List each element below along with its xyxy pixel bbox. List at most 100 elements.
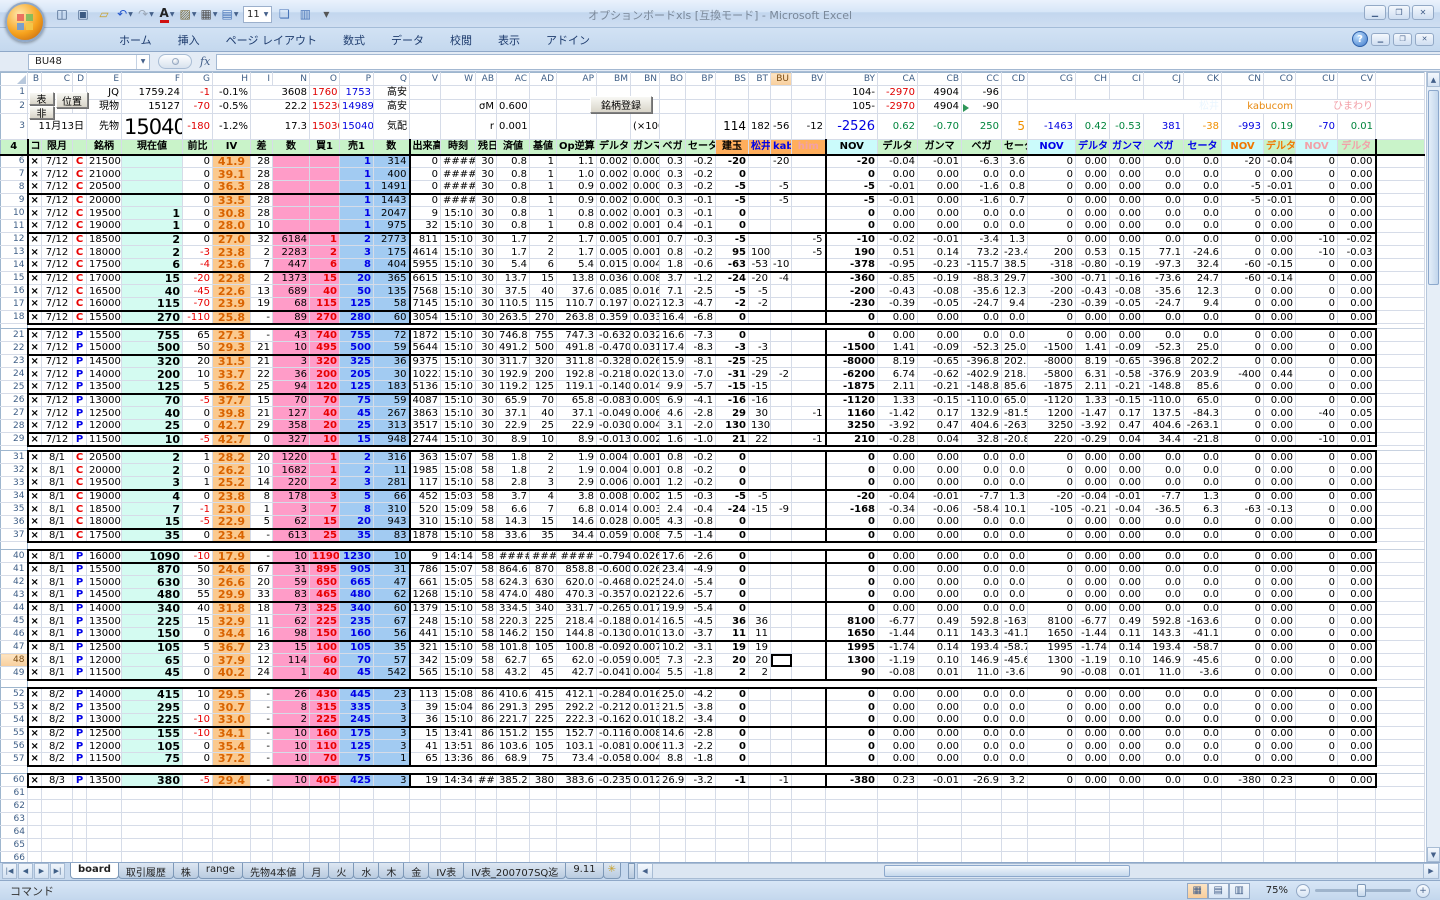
cell[interactable]: 225: [529, 713, 557, 728]
cell[interactable]: 30.7: [212, 700, 251, 714]
cell[interactable]: -5: [715, 232, 749, 246]
cell[interactable]: 0.00: [1337, 327, 1377, 342]
cell[interactable]: 7: [529, 502, 557, 516]
cell[interactable]: [748, 739, 771, 753]
cell[interactable]: 15:10: [440, 393, 476, 407]
cell[interactable]: [1143, 85, 1184, 100]
cell[interactable]: 0.0: [1001, 515, 1028, 530]
cell[interactable]: 151.2: [496, 726, 530, 740]
cell[interactable]: [685, 851, 716, 862]
cell[interactable]: 30: [475, 327, 497, 342]
cell[interactable]: [41, 838, 73, 852]
cell[interactable]: 943: [373, 515, 411, 530]
cell[interactable]: 248: [409, 614, 441, 628]
cell[interactable]: 23.4: [212, 528, 251, 543]
cell[interactable]: 0.00: [1337, 419, 1377, 434]
cell[interactable]: [1001, 812, 1028, 826]
cell[interactable]: 83: [373, 528, 411, 543]
cell[interactable]: 0.14: [917, 640, 962, 654]
cell[interactable]: 35.4: [212, 739, 251, 753]
cell[interactable]: 0: [825, 575, 878, 589]
cell[interactable]: [1295, 799, 1338, 813]
cell[interactable]: -1.2%: [212, 113, 251, 140]
cell[interactable]: P: [72, 772, 87, 788]
cell[interactable]: 1: [529, 219, 557, 234]
cell[interactable]: 0.00: [1337, 640, 1377, 654]
cell[interactable]: 0: [1221, 419, 1264, 434]
cell[interactable]: 0.00: [917, 167, 962, 181]
cell[interactable]: [1375, 258, 1425, 272]
cell[interactable]: -5800: [1027, 367, 1076, 381]
cell[interactable]: 0: [1295, 772, 1338, 788]
cell[interactable]: 0: [1027, 180, 1076, 195]
cell[interactable]: ガンマ: [630, 139, 660, 156]
cell[interactable]: 0.0: [1183, 739, 1222, 753]
cell[interactable]: 10: [272, 548, 310, 564]
cell[interactable]: 0: [1221, 713, 1264, 728]
cell[interactable]: 650: [309, 575, 340, 589]
cell[interactable]: 0.00: [917, 193, 962, 207]
cell[interactable]: 3517: [409, 419, 441, 434]
cell[interactable]: 1985: [409, 463, 441, 477]
cell[interactable]: [1375, 713, 1425, 727]
cell[interactable]: 6184: [272, 232, 310, 246]
cell[interactable]: 0.016: [630, 686, 660, 701]
cell[interactable]: -0.34: [877, 502, 918, 516]
cell[interactable]: 210: [825, 432, 878, 447]
cell[interactable]: 114: [715, 113, 749, 140]
cell[interactable]: 1: [182, 476, 213, 491]
cell[interactable]: 建玉: [715, 139, 749, 156]
cell[interactable]: 0.0: [961, 588, 1002, 603]
column-header-BV[interactable]: BV: [791, 72, 826, 86]
cell[interactable]: 0.008: [596, 489, 631, 503]
cell[interactable]: [596, 851, 631, 862]
cell[interactable]: -0.08: [1109, 284, 1144, 298]
cell[interactable]: [86, 825, 122, 839]
cell[interactable]: [961, 786, 1002, 800]
cell[interactable]: 335: [339, 700, 374, 714]
cell[interactable]: 0.0: [961, 726, 1002, 740]
cell[interactable]: 0.00: [1263, 575, 1296, 589]
cell[interactable]: -41.1: [1183, 627, 1222, 642]
cell[interactable]: 0.00: [877, 548, 918, 564]
cell[interactable]: -16: [715, 393, 749, 407]
cell[interactable]: 0.001: [630, 206, 660, 220]
cell[interactable]: 665: [339, 575, 374, 589]
cell[interactable]: 113: [409, 686, 441, 701]
cell[interactable]: 0: [825, 219, 878, 234]
cell[interactable]: [1375, 232, 1425, 246]
cell[interactable]: 0: [825, 601, 878, 615]
cell[interactable]: -0.04: [877, 489, 918, 503]
cell[interactable]: 15030: [309, 113, 340, 140]
cell[interactable]: -5: [182, 393, 213, 407]
cell[interactable]: [1375, 450, 1425, 464]
cell[interactable]: 0.00: [1337, 713, 1377, 728]
cell[interactable]: -1500: [825, 341, 878, 356]
cell[interactable]: 175: [373, 245, 411, 259]
cell[interactable]: -163.6: [1183, 614, 1222, 628]
cell[interactable]: 465: [309, 588, 340, 603]
cell[interactable]: 15000: [86, 341, 122, 356]
cell[interactable]: [556, 113, 597, 140]
column-header-CA[interactable]: CA: [877, 72, 918, 86]
cell[interactable]: -0.01: [1109, 489, 1144, 503]
column-header-BO[interactable]: BO: [659, 72, 686, 86]
cell[interactable]: 0.3: [659, 193, 686, 207]
cell[interactable]: 0.0: [1143, 686, 1184, 701]
cell[interactable]: 0.00: [1337, 726, 1377, 740]
cell[interactable]: 3250: [1027, 419, 1076, 434]
cell[interactable]: 0.00: [877, 219, 918, 234]
cell[interactable]: -5: [715, 180, 749, 195]
cell[interactable]: 高安: [373, 85, 410, 100]
cell[interactable]: ×: [26, 327, 42, 342]
cell[interactable]: [309, 153, 340, 168]
cell[interactable]: 0: [715, 713, 749, 728]
cell[interactable]: 19: [250, 297, 273, 312]
cell[interactable]: 0: [1295, 700, 1338, 714]
column-header-CG[interactable]: CG: [1027, 72, 1076, 86]
cell[interactable]: [1375, 393, 1425, 407]
cell[interactable]: 0: [715, 515, 749, 530]
cell[interactable]: ×: [26, 367, 42, 381]
cell[interactable]: 0.020: [630, 367, 660, 381]
cell[interactable]: 0: [1295, 153, 1338, 168]
